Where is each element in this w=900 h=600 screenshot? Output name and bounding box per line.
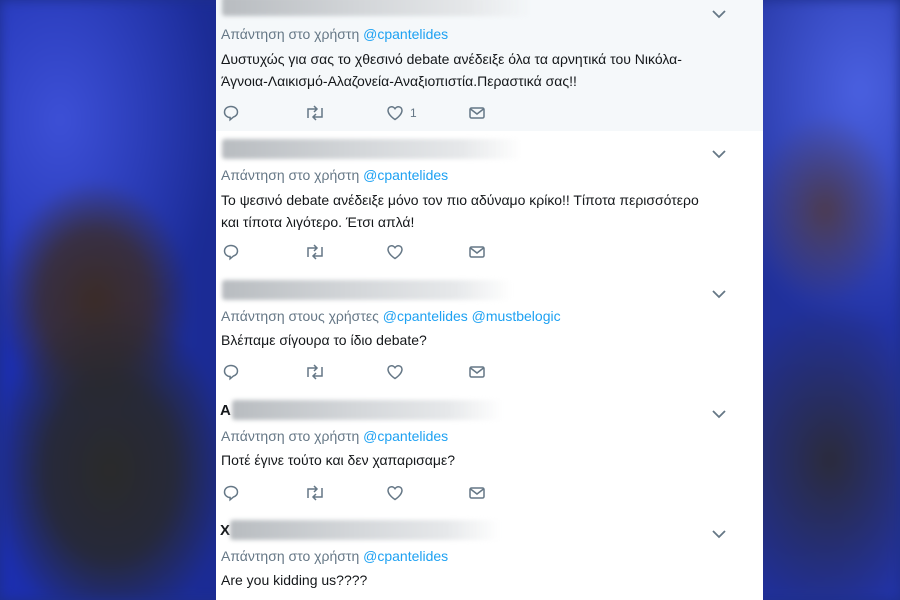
chevron-down-icon[interactable] <box>711 408 727 420</box>
mention-link[interactable]: @mustbelogic <box>472 308 561 324</box>
blurred-author-name <box>232 400 502 420</box>
reply-icon <box>223 485 239 502</box>
replies-feed: Απάντηση στο χρήστη @cpantelides Δυστυχώ… <box>216 0 763 600</box>
envelope-icon <box>469 487 485 499</box>
heart-icon <box>387 364 403 380</box>
like-count: 1 <box>410 106 417 120</box>
author-initial: A <box>220 402 231 419</box>
reply-icon <box>223 105 239 122</box>
mention-link[interactable]: @cpantelides <box>363 428 448 444</box>
tweet-actions <box>222 483 742 503</box>
blurred-author-name <box>222 139 522 159</box>
chevron-down-icon[interactable] <box>711 288 727 300</box>
reply-button[interactable] <box>222 103 240 123</box>
tweet-text-line: Ποτέ έγινε τούτο και δεν χαπαρισαμε? <box>221 452 455 468</box>
tweet-text: Βλέπαμε σίγουρα το ίδιο debate? <box>221 329 721 351</box>
heart-icon <box>387 105 403 121</box>
retweet-icon <box>307 105 323 121</box>
reply-prefix: Απάντηση στο χρήστη <box>221 26 360 42</box>
like-button[interactable] <box>386 483 404 503</box>
tweet[interactable]: Απάντηση στο χρήστη @cpantelides Δυστυχώ… <box>216 0 763 132</box>
retweet-button[interactable] <box>304 362 326 382</box>
like-button[interactable]: 1 <box>386 103 417 123</box>
reply-context: Απάντηση στο χρήστη @cpantelides <box>221 548 448 564</box>
author-initial: X <box>220 522 231 539</box>
blurred-author-name <box>230 520 500 540</box>
chevron-down-icon[interactable] <box>711 528 727 540</box>
direct-message-button[interactable] <box>468 483 486 503</box>
reply-context: Απάντηση στο χρήστη @cpantelides <box>221 26 448 42</box>
chevron-down-icon[interactable] <box>711 8 727 20</box>
heart-icon <box>387 244 403 260</box>
direct-message-button[interactable] <box>468 362 486 382</box>
mention-link[interactable]: @cpantelides <box>383 308 468 324</box>
envelope-icon <box>469 246 485 258</box>
reply-prefix: Απάντηση στο χρήστη <box>221 167 360 183</box>
reply-icon <box>223 244 239 261</box>
tweet[interactable]: Απάντηση στο χρήστη @cpantelides Το ψεσι… <box>216 131 763 271</box>
reply-context: Απάντηση στο χρήστη @cpantelides <box>221 428 448 444</box>
direct-message-button[interactable] <box>468 103 486 123</box>
retweet-icon <box>307 485 323 501</box>
reply-icon <box>223 364 239 381</box>
tweet-text-line: Are you kidding us???? <box>221 572 368 588</box>
reply-button[interactable] <box>222 483 240 503</box>
tweet-actions <box>222 242 742 262</box>
heart-icon <box>387 485 403 501</box>
tweet[interactable]: X Απάντηση στο χρήστη @cpantelides Are y… <box>216 510 763 600</box>
mention-link[interactable]: @cpantelides <box>363 26 448 42</box>
tweet[interactable]: A Απάντηση στο χρήστη @cpantelides Ποτέ … <box>216 390 763 511</box>
tweet-text: Are you kidding us???? <box>221 569 721 591</box>
reply-prefix: Απάντηση στο χρήστη <box>221 548 360 564</box>
tweet-text: Το ψεσινό debate ανέδειξε μόνο τον πιο α… <box>221 189 721 233</box>
tweet-text-line: και τίποτα λιγότερο. Έτσι απλά! <box>221 214 415 230</box>
tweet-text-line: Βλέπαμε σίγουρα το ίδιο debate? <box>221 332 427 348</box>
retweet-button[interactable] <box>304 103 326 123</box>
direct-message-button[interactable] <box>468 242 486 262</box>
reply-prefix: Απάντηση στο χρήστη <box>221 428 360 444</box>
tweet-actions: 1 <box>222 103 742 123</box>
retweet-icon <box>307 244 323 260</box>
like-button[interactable] <box>386 362 404 382</box>
tweet-text-line: Το ψεσινό debate ανέδειξε μόνο τον πιο α… <box>221 192 699 208</box>
tweet-text-line: Δυστυχώς για σας το χθεσινό debate ανέδε… <box>221 51 682 67</box>
reply-button[interactable] <box>222 242 240 262</box>
reply-context: Απάντηση στους χρήστες @cpantelides @mus… <box>221 308 561 324</box>
tweet-text: Δυστυχώς για σας το χθεσινό debate ανέδε… <box>221 48 721 92</box>
blurred-author-name <box>222 0 532 16</box>
mention-link[interactable]: @cpantelides <box>363 548 448 564</box>
tweet-text-line: Άγνοια-Λαικισμό-Αλαζονεία-Αναξιοπιστία.Π… <box>221 73 577 89</box>
retweet-icon <box>307 364 323 380</box>
envelope-icon <box>469 107 485 119</box>
reply-button[interactable] <box>222 362 240 382</box>
tweet[interactable]: Απάντηση στους χρήστες @cpantelides @mus… <box>216 270 763 391</box>
envelope-icon <box>469 366 485 378</box>
chevron-down-icon[interactable] <box>711 148 727 160</box>
retweet-button[interactable] <box>304 483 326 503</box>
tweet-actions <box>222 362 742 382</box>
mention-link[interactable]: @cpantelides <box>363 167 448 183</box>
like-button[interactable] <box>386 242 404 262</box>
blurred-author-name <box>222 280 512 300</box>
retweet-button[interactable] <box>304 242 326 262</box>
tweet-text: Ποτέ έγινε τούτο και δεν χαπαρισαμε? <box>221 449 721 471</box>
reply-prefix: Απάντηση στους χρήστες <box>221 308 379 324</box>
reply-context: Απάντηση στο χρήστη @cpantelides <box>221 167 448 183</box>
